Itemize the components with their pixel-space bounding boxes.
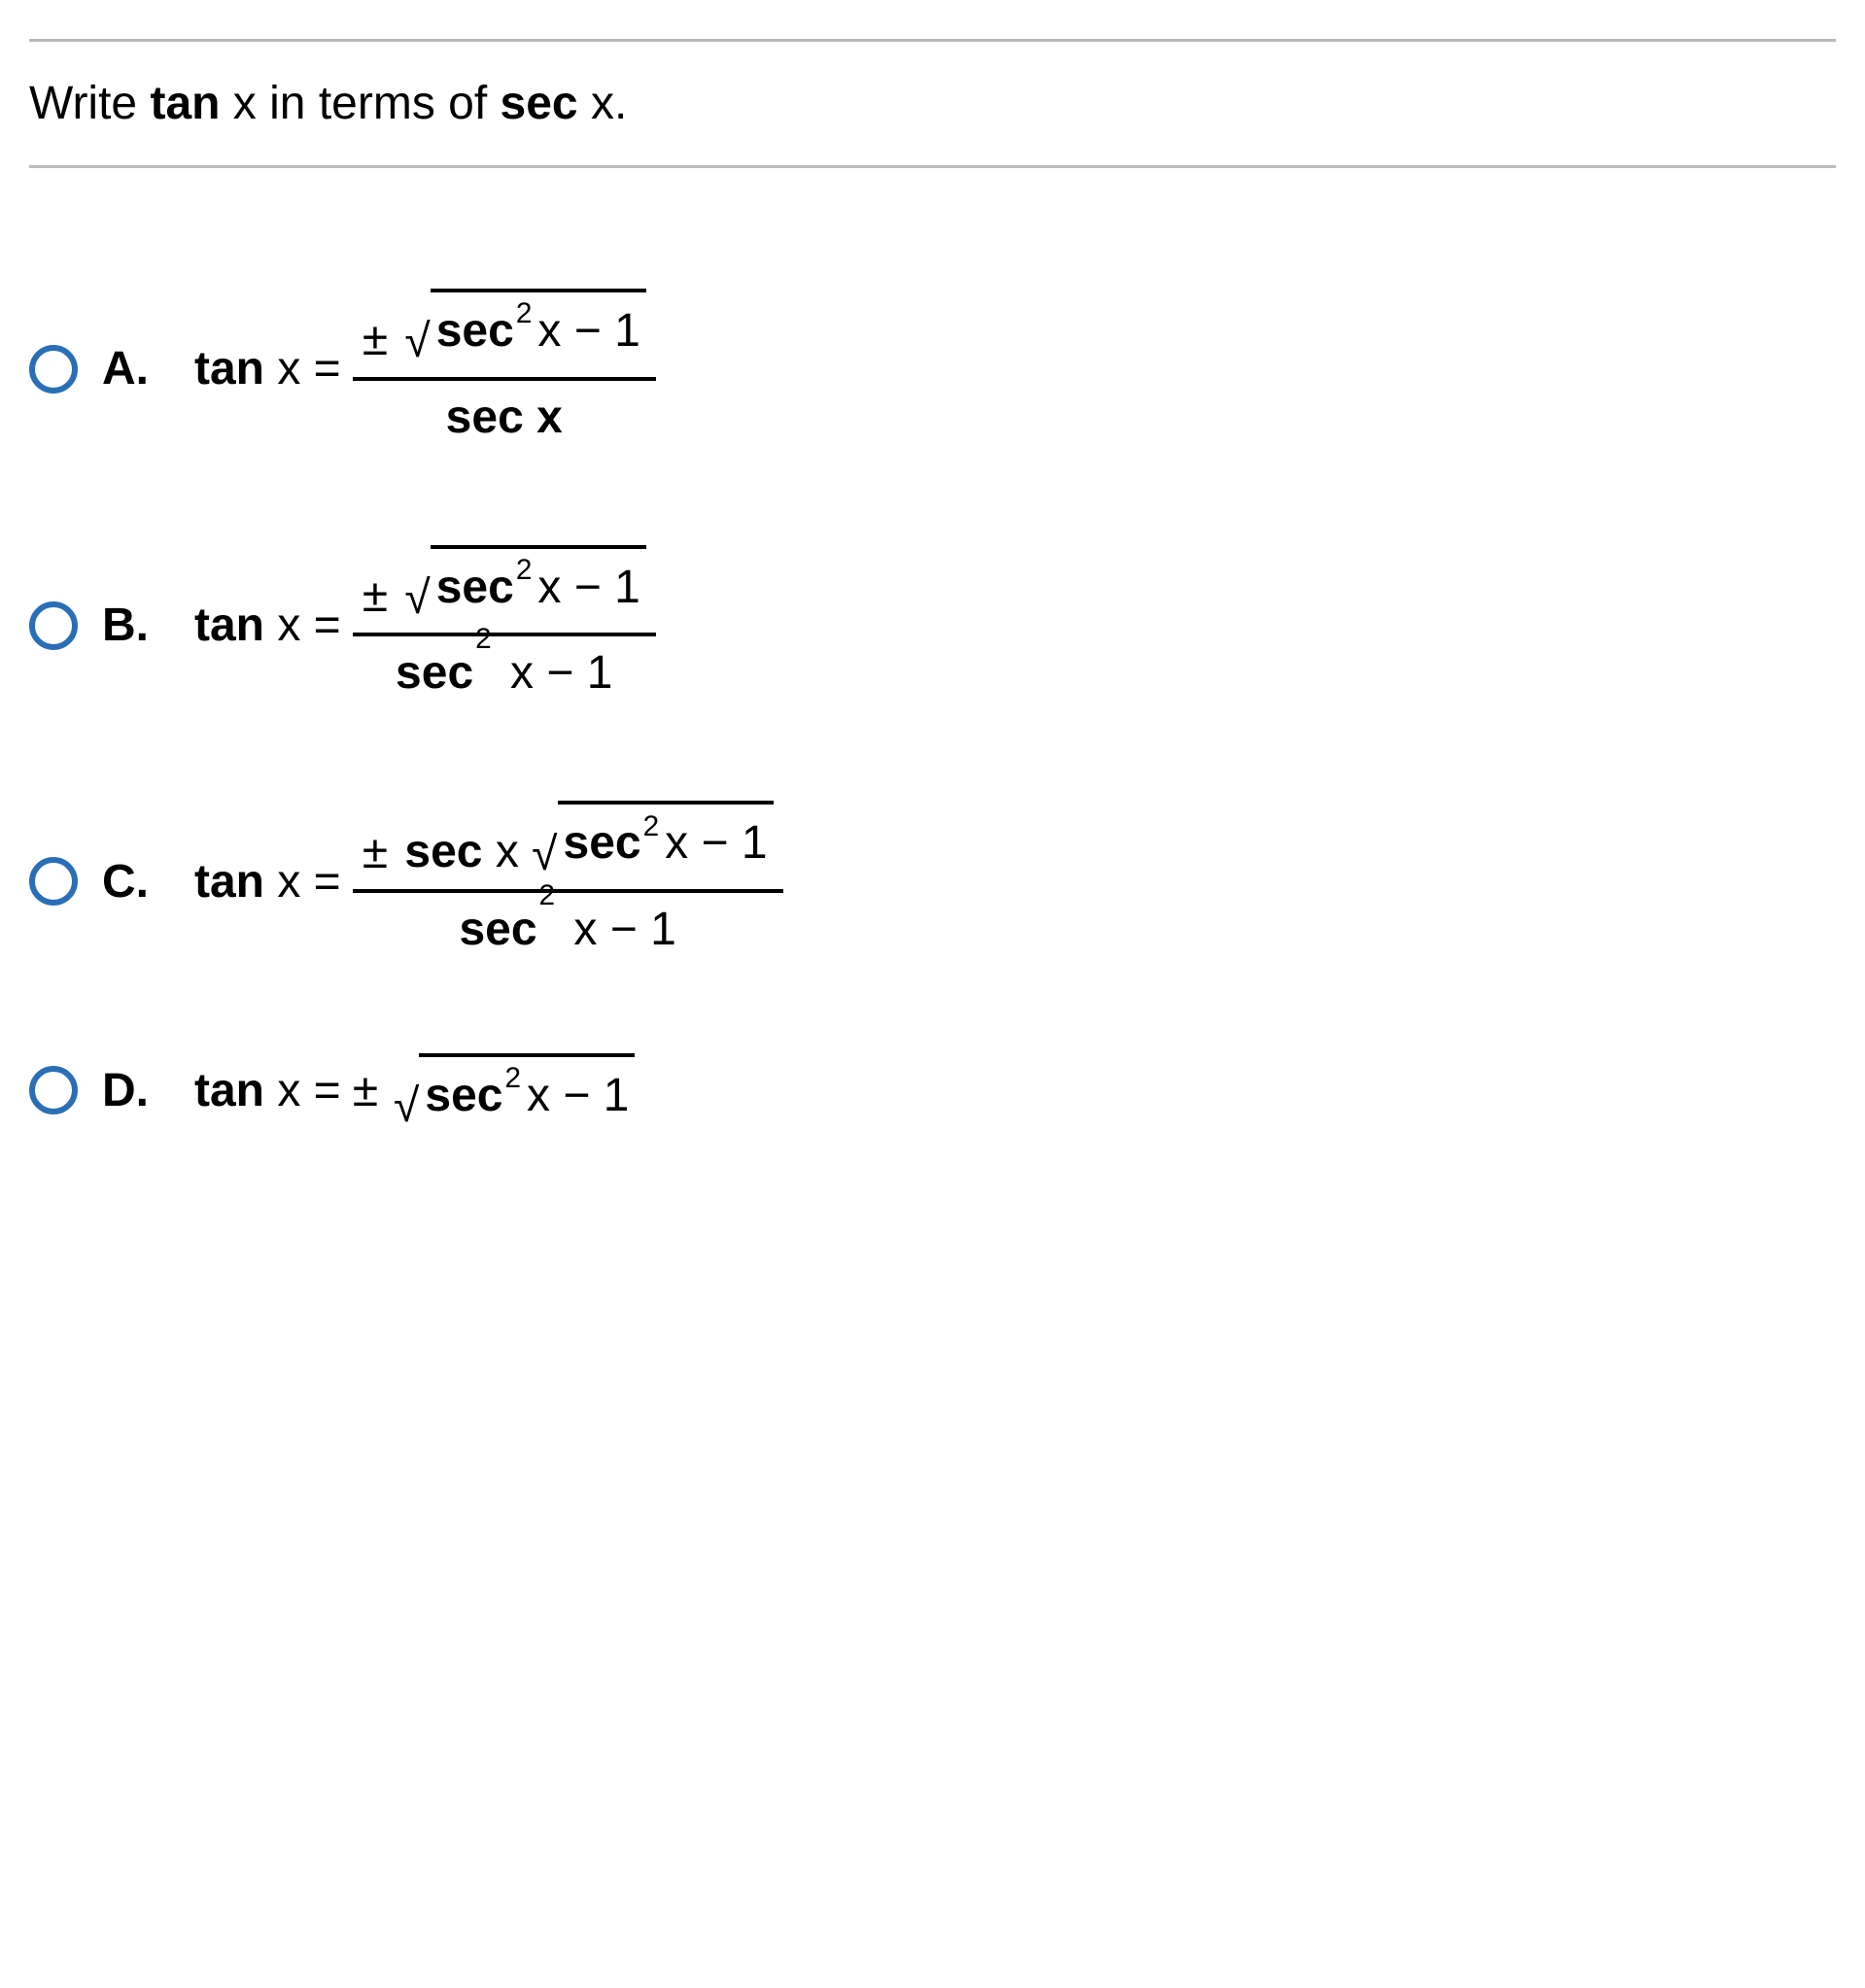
radio-b[interactable] — [29, 601, 78, 650]
exp2: 2 — [516, 550, 533, 591]
radical-icon: √ — [404, 319, 430, 365]
plus-minus: ± — [363, 570, 388, 622]
q-given: sec — [501, 78, 578, 129]
option-b[interactable]: B. tan x = ± √ sec2 x − 1 sec2 x − 1 — [29, 541, 1836, 710]
xminus1: x − 1 — [527, 1063, 629, 1128]
sec: sec — [436, 298, 514, 363]
plus-minus: ± — [363, 827, 388, 878]
option-c[interactable]: C. tan x = ± sec x √ sec2 x − 1 sec2 x −… — [29, 797, 1836, 966]
exp2: 2 — [643, 806, 660, 847]
q-target: tan — [150, 78, 220, 129]
radio-d[interactable] — [29, 1066, 78, 1114]
option-label-c: C. — [102, 849, 170, 914]
sqrt: √ sec2 x − 1 — [532, 801, 773, 875]
radical-icon: √ — [404, 575, 430, 622]
sec: sec — [436, 555, 514, 620]
sec: sec — [425, 1063, 502, 1128]
xminus1: x − 1 — [537, 298, 639, 363]
exp2: 2 — [539, 879, 556, 911]
xminus1: x − 1 — [561, 904, 676, 955]
sec: sec — [564, 810, 641, 875]
lhs-func: tan — [194, 343, 264, 394]
lhs-var: x = — [264, 856, 341, 908]
sec: sec — [404, 827, 482, 878]
question-text: Write tan x in terms of sec x. — [29, 78, 627, 129]
xminus1: x − 1 — [498, 647, 613, 699]
q-mid: x in terms of — [220, 78, 500, 129]
q-prefix: Write — [29, 78, 150, 129]
option-a[interactable]: A. tan x = ± √ sec2 x − 1 sec x — [29, 285, 1836, 454]
option-label-d: D. — [102, 1058, 170, 1123]
lhs-var: x = — [264, 343, 341, 394]
sqrt: √ sec2 x − 1 — [394, 1053, 635, 1128]
radio-a[interactable] — [29, 345, 78, 394]
formula-b: tan x = ± √ sec2 x − 1 sec2 x − 1 — [194, 541, 656, 710]
options-list: A. tan x = ± √ sec2 x − 1 sec x B. tan x… — [29, 285, 1836, 1128]
lhs-var: x = — [264, 600, 341, 651]
fraction-b: ± √ sec2 x − 1 sec2 x − 1 — [353, 541, 656, 710]
lhs-var: x = — [264, 1065, 341, 1116]
lhs-func: tan — [194, 1065, 264, 1116]
radio-c[interactable] — [29, 857, 78, 906]
formula-d: tan x = ± √ sec2 x − 1 — [194, 1053, 635, 1128]
plus-minus: ± — [353, 1058, 378, 1123]
sec: sec — [459, 904, 536, 955]
option-label-a: A. — [102, 336, 170, 401]
sqrt: √ sec2 x − 1 — [404, 545, 645, 620]
xminus1: x − 1 — [537, 555, 639, 620]
q-suffix: x. — [578, 78, 628, 129]
lhs-func: tan — [194, 600, 264, 651]
radical-icon: √ — [532, 832, 557, 878]
x: x — [482, 827, 518, 878]
plus-minus: ± — [363, 314, 388, 365]
option-label-b: B. — [102, 593, 170, 658]
sqrt: √ sec2 x − 1 — [404, 289, 645, 363]
radical-icon: √ — [394, 1083, 419, 1130]
option-d[interactable]: D. tan x = ± √ sec2 x − 1 — [29, 1053, 1836, 1128]
sec: sec — [396, 647, 473, 699]
fraction-c: ± sec x √ sec2 x − 1 sec2 x − 1 — [353, 797, 783, 966]
exp2: 2 — [516, 293, 533, 334]
xminus1: x − 1 — [665, 810, 767, 875]
exp2: 2 — [504, 1058, 521, 1099]
question-box: Write tan x in terms of sec x. — [29, 39, 1836, 168]
exp2: 2 — [475, 623, 492, 655]
lhs-func: tan — [194, 856, 264, 908]
den-secx: sec x — [446, 392, 563, 443]
formula-c: tan x = ± sec x √ sec2 x − 1 sec2 x − 1 — [194, 797, 783, 966]
formula-a: tan x = ± √ sec2 x − 1 sec x — [194, 285, 656, 454]
fraction-a: ± √ sec2 x − 1 sec x — [353, 285, 656, 454]
